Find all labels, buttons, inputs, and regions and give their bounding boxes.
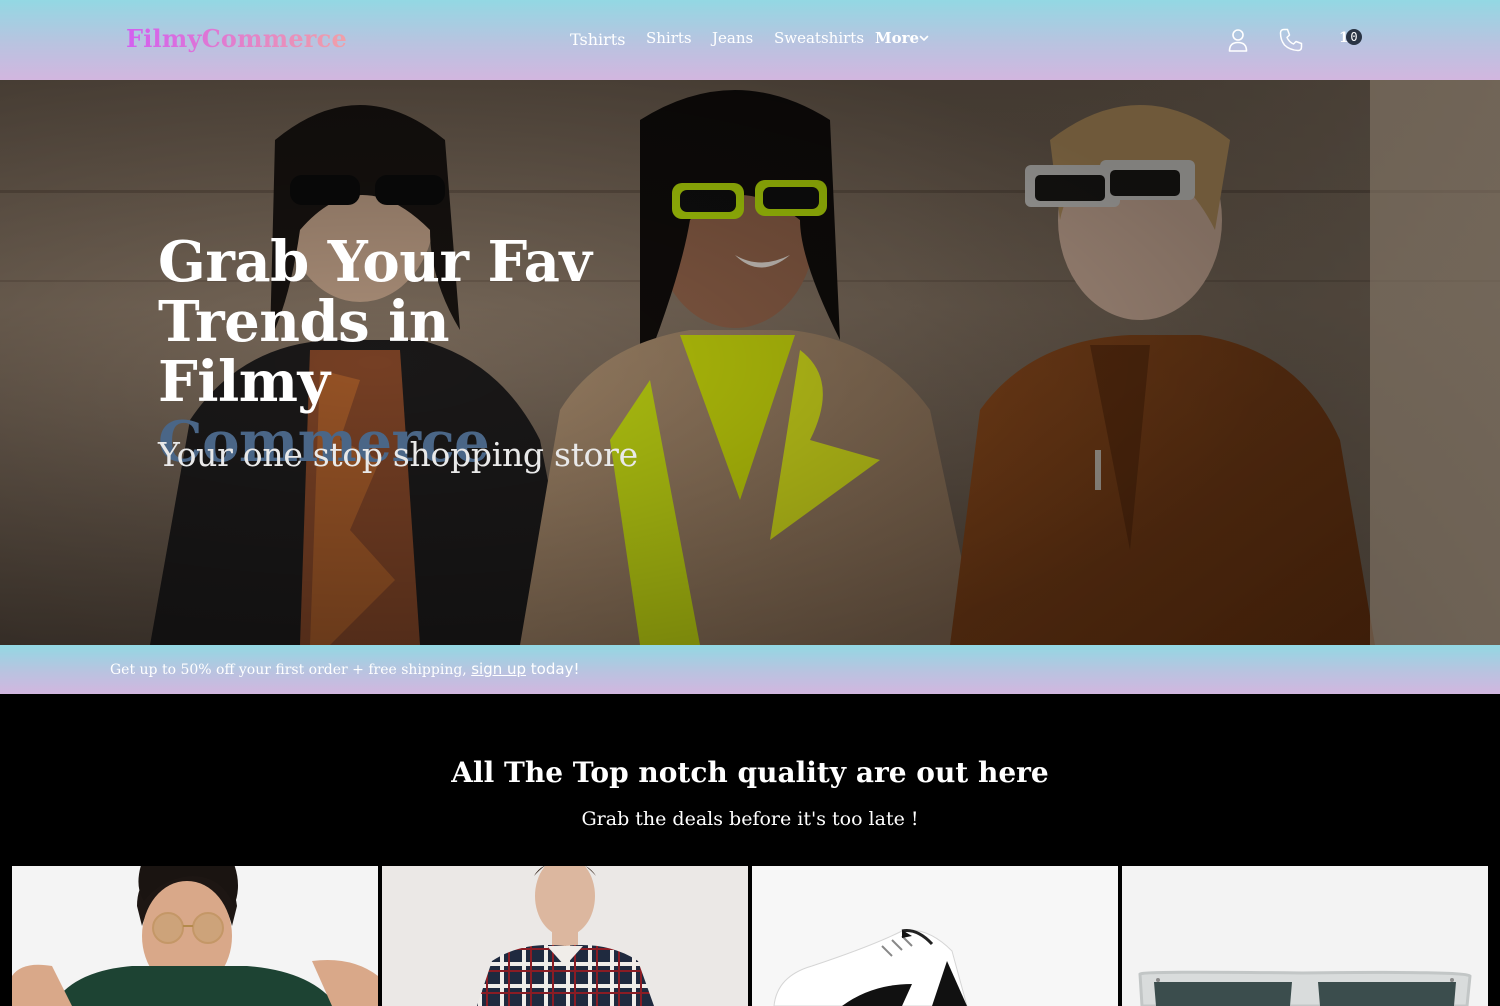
site-header: FilmyCommerce Tshirts Shirts Jeans Sweat…: [0, 0, 1500, 80]
hero-title-line-3: Filmy: [158, 349, 330, 415]
phone-icon[interactable]: [1278, 27, 1304, 53]
cart-button[interactable]: 1 0: [1338, 28, 1368, 52]
nav-item-tshirts[interactable]: Tshirts: [570, 30, 625, 49]
cart-count-badge: 0: [1346, 29, 1362, 45]
product-card-sneaker[interactable]: [752, 866, 1118, 1006]
product-image-sunglasses: [1138, 970, 1472, 1006]
product-image-sneaker: [773, 929, 968, 1006]
nav-item-sweatshirts[interactable]: Sweatshirts: [774, 29, 864, 47]
chevron-down-icon[interactable]: [918, 32, 930, 44]
nav-item-more[interactable]: More: [875, 29, 919, 47]
promo-suffix: today!: [526, 660, 580, 678]
product-image-tshirt: [12, 866, 378, 1006]
product-card-tshirt[interactable]: [12, 866, 378, 1006]
featured-products-section: All The Top notch quality are out here G…: [0, 694, 1500, 1006]
promo-text: Get up to 50% off your first order + fre…: [110, 660, 579, 678]
product-image-shirt: [477, 866, 654, 1006]
section-subtitle: Grab the deals before it's too late !: [581, 808, 919, 830]
hero-title-line-1: Grab Your Fav: [158, 229, 592, 295]
nav-item-jeans[interactable]: Jeans: [712, 29, 753, 47]
section-title: All The Top notch quality are out here: [451, 756, 1049, 789]
hero-banner: Grab Your Fav Trends in Filmy Commerce Y…: [0, 80, 1500, 645]
promo-message: Get up to 50% off your first order + fre…: [110, 662, 472, 678]
product-card-shirt[interactable]: [382, 866, 748, 1006]
promo-banner: Get up to 50% off your first order + fre…: [0, 645, 1500, 694]
hero-subtitle: Your one stop shopping store: [158, 435, 638, 474]
user-icon[interactable]: [1226, 27, 1250, 53]
main-nav: Tshirts Shirts Jeans Sweatshirts More: [0, 29, 1500, 53]
product-card-sunglasses[interactable]: [1122, 866, 1488, 1006]
nav-item-shirts[interactable]: Shirts: [646, 29, 692, 47]
hero-title-line-2: Trends in: [158, 289, 450, 355]
signup-link[interactable]: sign up: [471, 660, 526, 678]
